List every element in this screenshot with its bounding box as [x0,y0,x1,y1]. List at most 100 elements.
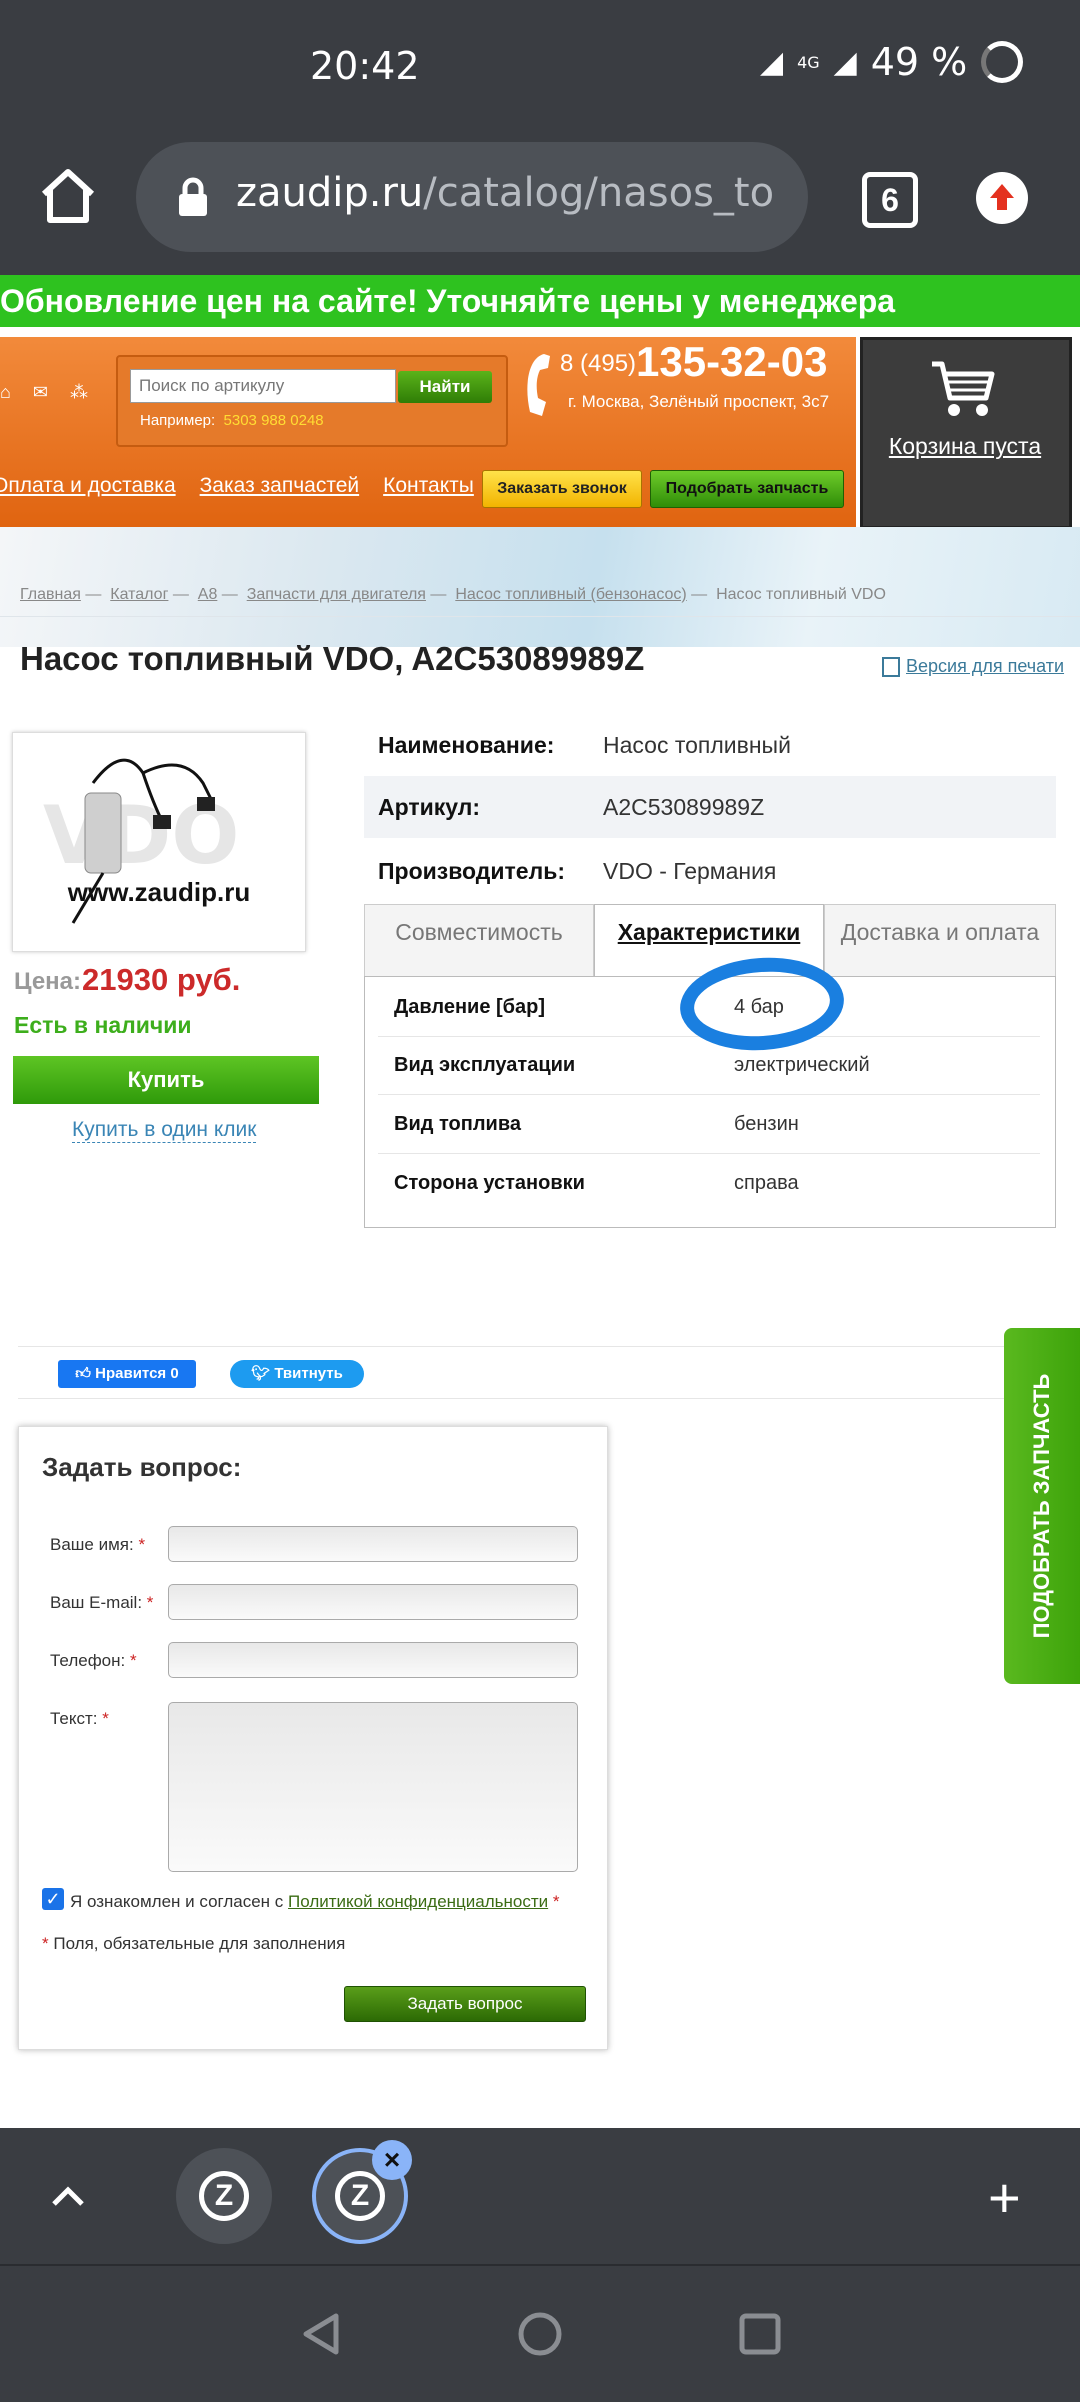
print-version-link[interactable]: Версия для печати [882,656,1065,678]
tweet-button[interactable]: 🐦︎ Твитнуть [230,1360,364,1388]
name-label-text: Ваше имя: [50,1535,134,1554]
tab-delivery-payment[interactable]: Доставка и оплата [824,904,1056,976]
nav-parts-order[interactable]: Заказ запчастей [200,474,360,498]
example-code[interactable]: 5303 988 0248 [224,412,324,429]
side-tab-label[interactable]: ПОДОБРАТЬ ЗАПЧАСТЬ [1029,1374,1055,1639]
characteristic-key: Вид топлива [394,1113,521,1135]
text-label-text: Текст: [50,1709,98,1728]
phone-label: Телефон: * [50,1651,137,1671]
phone-field[interactable] [168,1642,578,1678]
back-icon[interactable] [298,2310,346,2358]
search-example: Например: 5303 988 0248 [140,412,324,429]
privacy-policy-link[interactable]: Политикой конфиденциальности [288,1892,548,1911]
consent-checkbox[interactable]: ✓ [42,1888,64,1910]
lock-icon [176,176,210,218]
image-watermark-text: www.zaudip.ru [67,877,250,907]
header-icons: ⌂ ✉ ⁂ [0,382,88,403]
spec-value: VDO - Германия [603,858,777,884]
breadcrumb-catalog[interactable]: Каталог [110,586,168,603]
header-nav: Оплата и доставка Заказ запчастей Контак… [0,474,474,498]
url-path: /catalog/nasos_to [423,170,775,216]
new-tab-icon[interactable]: + [988,2170,1021,2226]
required-mark: * [138,1535,146,1554]
required-mark: * [42,1934,49,1953]
status-indicators: ◢ 4G ◢ 49 % [760,40,1024,84]
url-text[interactable]: zaudip.ru/catalog/nasos_to [236,170,796,216]
required-mark: * [552,1892,560,1911]
required-mark: * [146,1593,154,1612]
cart-label[interactable]: Корзина пуста [870,430,1060,463]
search-input[interactable]: Поиск по артикулу [130,369,396,403]
battery-icon [981,41,1024,83]
example-label: Например: [140,412,216,429]
characteristic-key: Давление [бар] [394,996,546,1018]
name-field[interactable] [168,1526,578,1562]
site-favicon-icon: Z [199,2171,249,2221]
spec-key: Артикул: [378,794,481,820]
breadcrumb-current: Насос топливный VDO [716,586,886,603]
breadcrumb: Главная — Каталог — A8 — Запчасти для дв… [20,586,886,603]
breadcrumb-engine-parts[interactable]: Запчасти для двигателя [247,586,426,603]
update-icon[interactable] [976,172,1028,224]
required-mark: * [129,1651,137,1670]
promo-banner: Обновление цен на сайте! Уточняйте цены … [0,275,1080,327]
form-title: Задать вопрос: [42,1452,242,1482]
divider [18,1398,1080,1399]
phone-label-text: Телефон: [50,1651,126,1670]
home-small-icon[interactable]: ⌂ [0,382,11,403]
network-type: 4G [797,52,820,72]
spec-row: Артикул: A2C53089989Z [364,776,1056,838]
home-icon[interactable] [34,162,102,230]
characteristic-key: Сторона установки [394,1172,585,1194]
buy-button[interactable]: Купить [13,1056,319,1104]
price-value: 21930 руб. [82,962,241,997]
recents-icon[interactable] [736,2310,784,2358]
tab-switcher-button[interactable]: 6 [862,172,918,228]
spec-row: Производитель: VDO - Германия [364,840,1056,902]
signal-icon: ◢ [760,44,784,80]
required-note-text: Поля, обязательные для заполнения [53,1934,346,1953]
tab-compatibility[interactable]: Совместимость [364,904,594,976]
characteristic-value: бензин [734,1113,799,1135]
breadcrumb-model[interactable]: A8 [198,586,218,603]
sitemap-icon[interactable]: ⁂ [70,382,88,403]
close-tab-icon[interactable]: × [372,2140,412,2180]
nav-payment-delivery[interactable]: Оплата и доставка [0,474,176,498]
home-nav-icon[interactable] [516,2310,564,2358]
system-nav-bar [0,2264,1080,2402]
tab-thumbnail[interactable]: Z [176,2148,272,2244]
print-link-label: Версия для печати [906,656,1065,676]
phone-icon [520,350,556,422]
divider [18,1346,1080,1347]
product-image[interactable]: VDO www.zaudip.ru [12,732,306,952]
spec-row: Наименование: Насос топливный [364,714,1056,776]
spec-value: Насос топливный [603,732,791,758]
spec-value: A2C53089989Z [603,794,765,820]
facebook-like-button[interactable]: 👍︎ Нравится 0 [58,1360,196,1388]
mail-icon[interactable]: ✉ [33,382,48,403]
divider [0,616,1080,617]
breadcrumb-fuel-pump[interactable]: Насос топливный (бензонасос) [455,586,686,603]
submit-question-button[interactable]: Задать вопрос [344,1986,586,2022]
consent-text: Я ознакомлен и согласен с Политикой конф… [70,1892,560,1912]
store-address: г. Москва, Зелёный проспект, 3с7 [568,392,830,411]
spec-key: Наименование: [378,732,555,758]
stock-status: Есть в наличии [14,1012,192,1038]
callback-button[interactable]: Заказать звонок [482,470,642,508]
text-label: Текст: * [50,1709,109,1729]
phone-number[interactable]: 135-32-03 [636,338,827,386]
one-click-buy-link[interactable]: Купить в один клик [72,1118,257,1143]
status-time: 20:42 [310,44,420,88]
breadcrumb-home[interactable]: Главная [20,586,81,603]
email-field[interactable] [168,1584,578,1620]
cart-icon[interactable] [928,356,998,422]
pick-part-button[interactable]: Подобрать запчасть [650,470,844,508]
required-mark: * [102,1709,109,1728]
message-textarea[interactable] [168,1702,578,1872]
nav-contacts[interactable]: Контакты [383,474,474,498]
tweet-label: Твитнуть [274,1365,343,1382]
chevron-up-icon[interactable] [48,2176,88,2216]
site-favicon-icon: Z [335,2171,385,2221]
search-button[interactable]: Найти [398,371,492,403]
characteristic-row: Вид эксплуатации электрический [378,1036,1040,1095]
